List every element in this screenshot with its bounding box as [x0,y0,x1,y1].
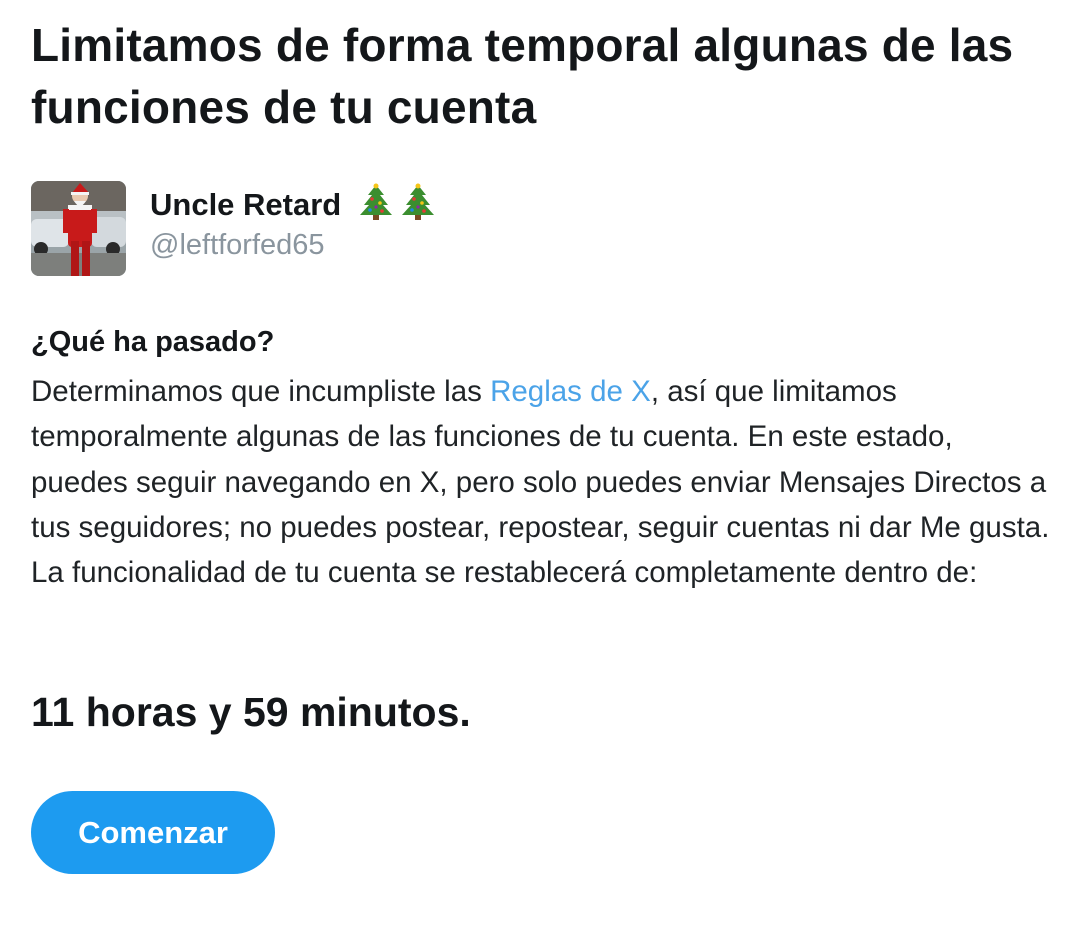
account-info: Uncle Retard @leftforfed65 [31,181,1031,276]
account-name-text: Uncle Retard [150,187,342,222]
countdown-timer: 11 horas y 59 minutos. [31,689,471,735]
account-name: Uncle Retard [150,183,436,231]
page-title: Limitamos de forma temporal algunas de l… [31,19,1014,133]
avatar [31,181,126,276]
account-handle: @leftforfed65 [150,229,325,261]
christmas-tree-icon [400,183,436,231]
rules-link[interactable]: Reglas de X [490,375,651,408]
start-button[interactable]: Comenzar [31,791,275,874]
explanation-text: Determinamos que incumpliste las Reglas … [31,369,1051,595]
christmas-tree-icon [358,183,394,231]
explanation-text-start: Determinamos que incumpliste las [31,375,491,408]
section-heading: ¿Qué ha pasado? [31,326,275,358]
